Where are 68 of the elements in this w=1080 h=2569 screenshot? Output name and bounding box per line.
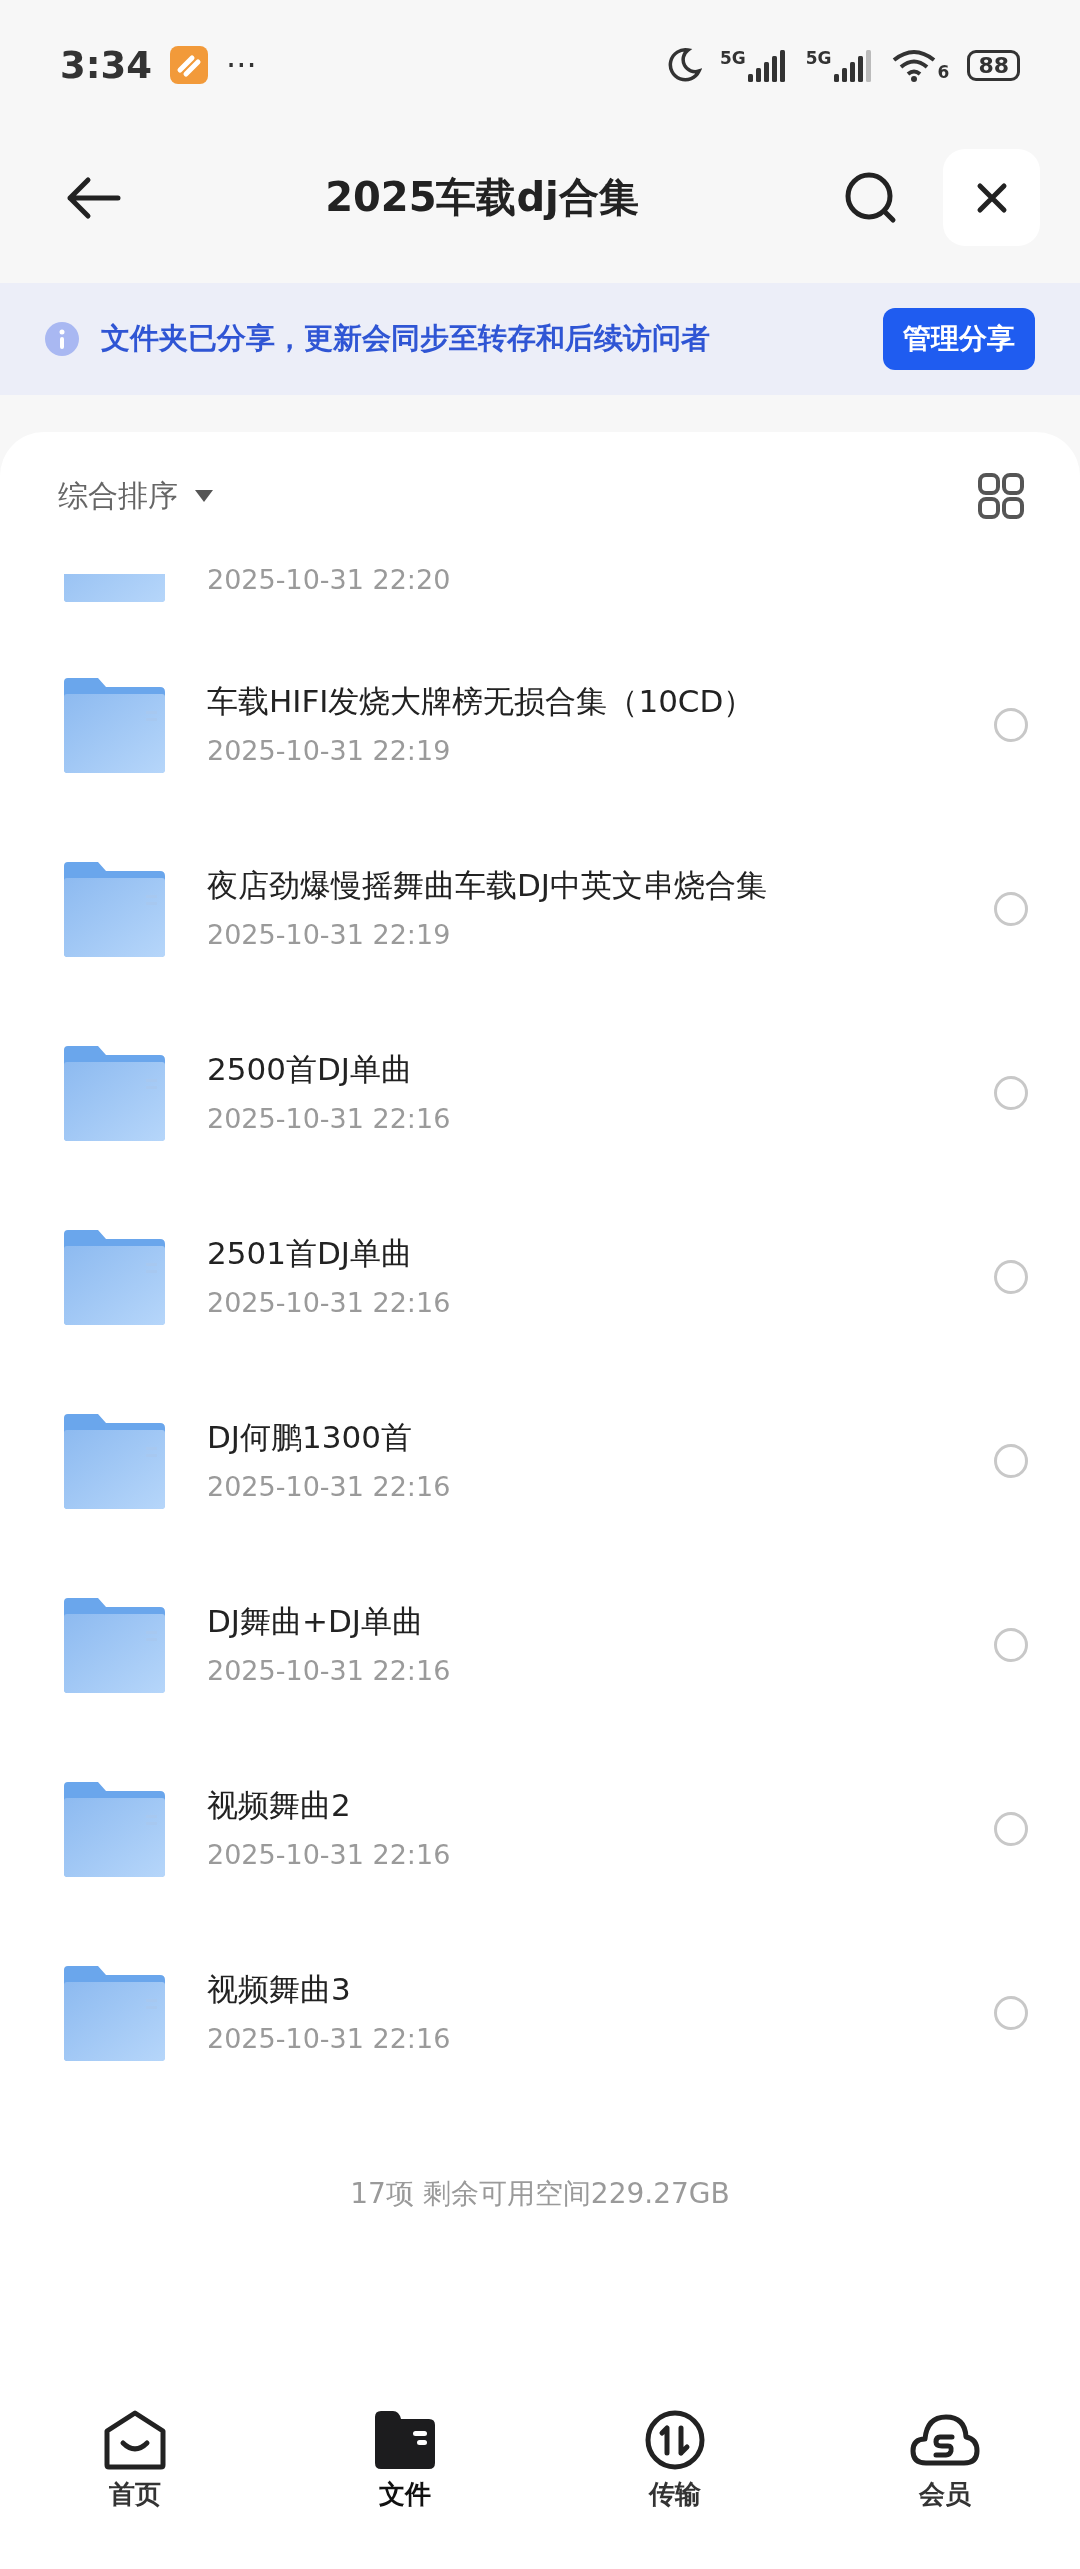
select-checkbox[interactable]: [994, 1260, 1028, 1294]
folder-row[interactable]: 视频舞曲2 2025-10-31 22:16: [0, 1737, 1080, 1921]
folder-icon: [62, 677, 165, 773]
folder-row[interactable]: 2500首DJ单曲 2025-10-31 22:16: [0, 1001, 1080, 1185]
folder-name: DJ何鹏1300首: [207, 1418, 413, 1457]
app-notification-icon: [170, 46, 209, 84]
folder-name: 2500首DJ单曲: [207, 1050, 413, 1089]
network-type: 5G: [805, 48, 832, 68]
grid-view-icon[interactable]: [978, 473, 1024, 519]
more-notifications: ···: [226, 46, 257, 84]
folder-icon: [62, 1045, 165, 1141]
storage-summary: 17项 剩余可用空间229.27GB: [349, 2176, 731, 2212]
folder-name: 车载HIFI发烧大牌榜无损合集（10CD）: [207, 682, 756, 721]
nav-tab[interactable]: 传输: [540, 2409, 810, 2569]
folder-name: 视频舞曲2: [207, 1786, 352, 1825]
folder-date: 2025-10-31 22:19: [207, 734, 452, 768]
select-checkbox[interactable]: [994, 892, 1028, 926]
folder-date: 2025-10-31 22:19: [207, 918, 452, 952]
folder-date: 2025-10-31 22:20: [207, 563, 451, 597]
folder-icon: [62, 861, 165, 957]
caret-icon: [194, 489, 214, 503]
manage-share-button[interactable]: 管理分享: [883, 308, 1035, 370]
folder-date: 2025-10-31 22:16: [207, 1470, 452, 1504]
smiling-house-icon: [103, 2409, 167, 2471]
page-title: 2025车载dj合集: [324, 173, 640, 222]
folder-icon: [62, 1597, 165, 1693]
signal-icon: [833, 48, 874, 82]
nav-tab[interactable]: 首页: [0, 2409, 270, 2569]
select-checkbox[interactable]: [994, 1812, 1028, 1846]
close-icon: [975, 181, 1008, 214]
folder-date: 2025-10-31 22:16: [207, 1102, 452, 1136]
folder-name: 2501首DJ单曲: [207, 1234, 413, 1273]
folder-row[interactable]: 夜店劲爆慢摇舞曲车载DJ中英文串烧合集 2025-10-31 22:19: [0, 817, 1080, 1001]
folder-name: DJ舞曲+DJ单曲: [207, 1602, 424, 1641]
folder-date: 2025-10-31 22:16: [207, 1838, 452, 1872]
folder-name: 夜店劲爆慢摇舞曲车载DJ中英文串烧合集: [207, 866, 768, 905]
back-arrow-icon: [65, 175, 122, 220]
sort-dropdown[interactable]: 综合排序: [58, 475, 214, 517]
folder-row[interactable]: 视频舞曲3 2025-10-31 22:16: [0, 1921, 1080, 2105]
select-checkbox[interactable]: [994, 1996, 1028, 2030]
share-notice: 文件夹已分享，更新会同步至转存和后续访问者: [101, 320, 711, 357]
folder-name: 视频舞曲3: [207, 1970, 352, 2009]
signal-icon: [747, 48, 788, 82]
clock-time: 3:34: [60, 43, 153, 87]
folder-icon: [62, 1413, 165, 1509]
network-type: 5G: [719, 48, 746, 68]
folder-row[interactable]: 车载HIFI发烧大牌榜无损合集（10CD） 2025-10-31 22:19: [0, 633, 1080, 817]
nav-tab[interactable]: 会员: [810, 2409, 1080, 2569]
nav-tab[interactable]: 文件: [270, 2409, 540, 2569]
folder-date: 2025-10-31 22:16: [207, 1654, 452, 1688]
folder-date: 2025-10-31 22:16: [207, 1286, 452, 1320]
wifi-icon: [891, 48, 936, 82]
info-icon: [45, 322, 79, 356]
close-button[interactable]: [943, 149, 1040, 246]
folder-date: 2025-10-31 22:16: [207, 2022, 452, 2056]
select-checkbox[interactable]: [994, 1444, 1028, 1478]
folder-icon: [62, 1965, 165, 2061]
transfer-icon: [643, 2409, 707, 2471]
folder-icon: [62, 1229, 165, 1325]
folder-row[interactable]: 2501首DJ单曲 2025-10-31 22:16: [0, 1185, 1080, 1369]
select-checkbox[interactable]: [994, 708, 1028, 742]
folder-row[interactable]: DJ舞曲+DJ单曲 2025-10-31 22:16: [0, 1553, 1080, 1737]
folder-icon: [62, 1781, 165, 1877]
battery-level: 88: [967, 49, 1020, 81]
select-checkbox[interactable]: [994, 1628, 1028, 1662]
folder-row[interactable]: DJ何鹏1300首 2025-10-31 22:16: [0, 1369, 1080, 1553]
select-checkbox[interactable]: [994, 1076, 1028, 1110]
wifi-band-label: 6: [937, 62, 950, 82]
